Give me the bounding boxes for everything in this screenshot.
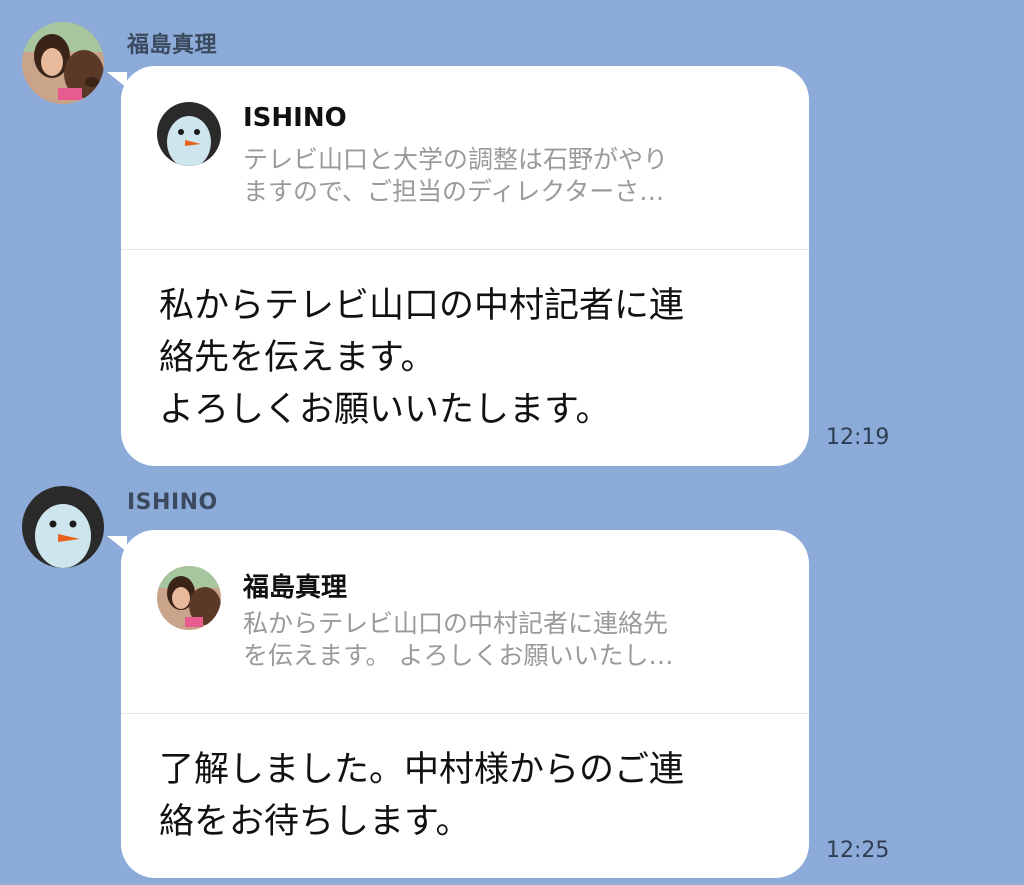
- quote-text: テレビ山口と大学の調整は石野がやり ますので、ご担当のディレクターさ…: [243, 145, 669, 206]
- message-text: 私からテレビ山口の中村記者に連 絡先を伝えます。 よろしくお願いいたします。: [159, 286, 685, 430]
- message-bubble[interactable]: 福島真理 私からテレビ山口の中村記者に連絡先 を伝えます。 よろしくお願いいたし…: [107, 530, 809, 878]
- quote-sender-name: ISHINO: [243, 103, 347, 133]
- quote-sender-name: 福島真理: [243, 573, 348, 603]
- reply-quote[interactable]: 福島真理 私からテレビ山口の中村記者に連絡先 を伝えます。 よろしくお願いいたし…: [121, 530, 809, 714]
- chat-screen: { "messages": [ { "sender": "福島真理", "ava…: [0, 0, 1024, 885]
- woman-with-capybara-avatar-icon: [157, 566, 221, 630]
- message-text: 了解しました。中村様からのご連 絡をお待ちします。: [159, 750, 685, 842]
- timestamp: 12:19: [826, 425, 890, 450]
- woman-with-capybara-avatar-icon[interactable]: [22, 22, 104, 104]
- sender-name: 福島真理: [127, 33, 218, 58]
- quote-text: 私からテレビ山口の中村記者に連絡先 を伝えます。 よろしくお願いいたし…: [243, 609, 674, 670]
- reply-quote[interactable]: ISHINO テレビ山口と大学の調整は石野がやり ますので、ご担当のディレクター…: [121, 66, 809, 250]
- timestamp: 12:25: [826, 838, 890, 863]
- snow-bird-mask-avatar-icon[interactable]: [22, 486, 104, 568]
- snow-bird-mask-avatar-icon: [157, 102, 221, 166]
- sender-name: ISHINO: [127, 490, 218, 515]
- message-bubble[interactable]: ISHINO テレビ山口と大学の調整は石野がやり ますので、ご担当のディレクター…: [107, 66, 809, 466]
